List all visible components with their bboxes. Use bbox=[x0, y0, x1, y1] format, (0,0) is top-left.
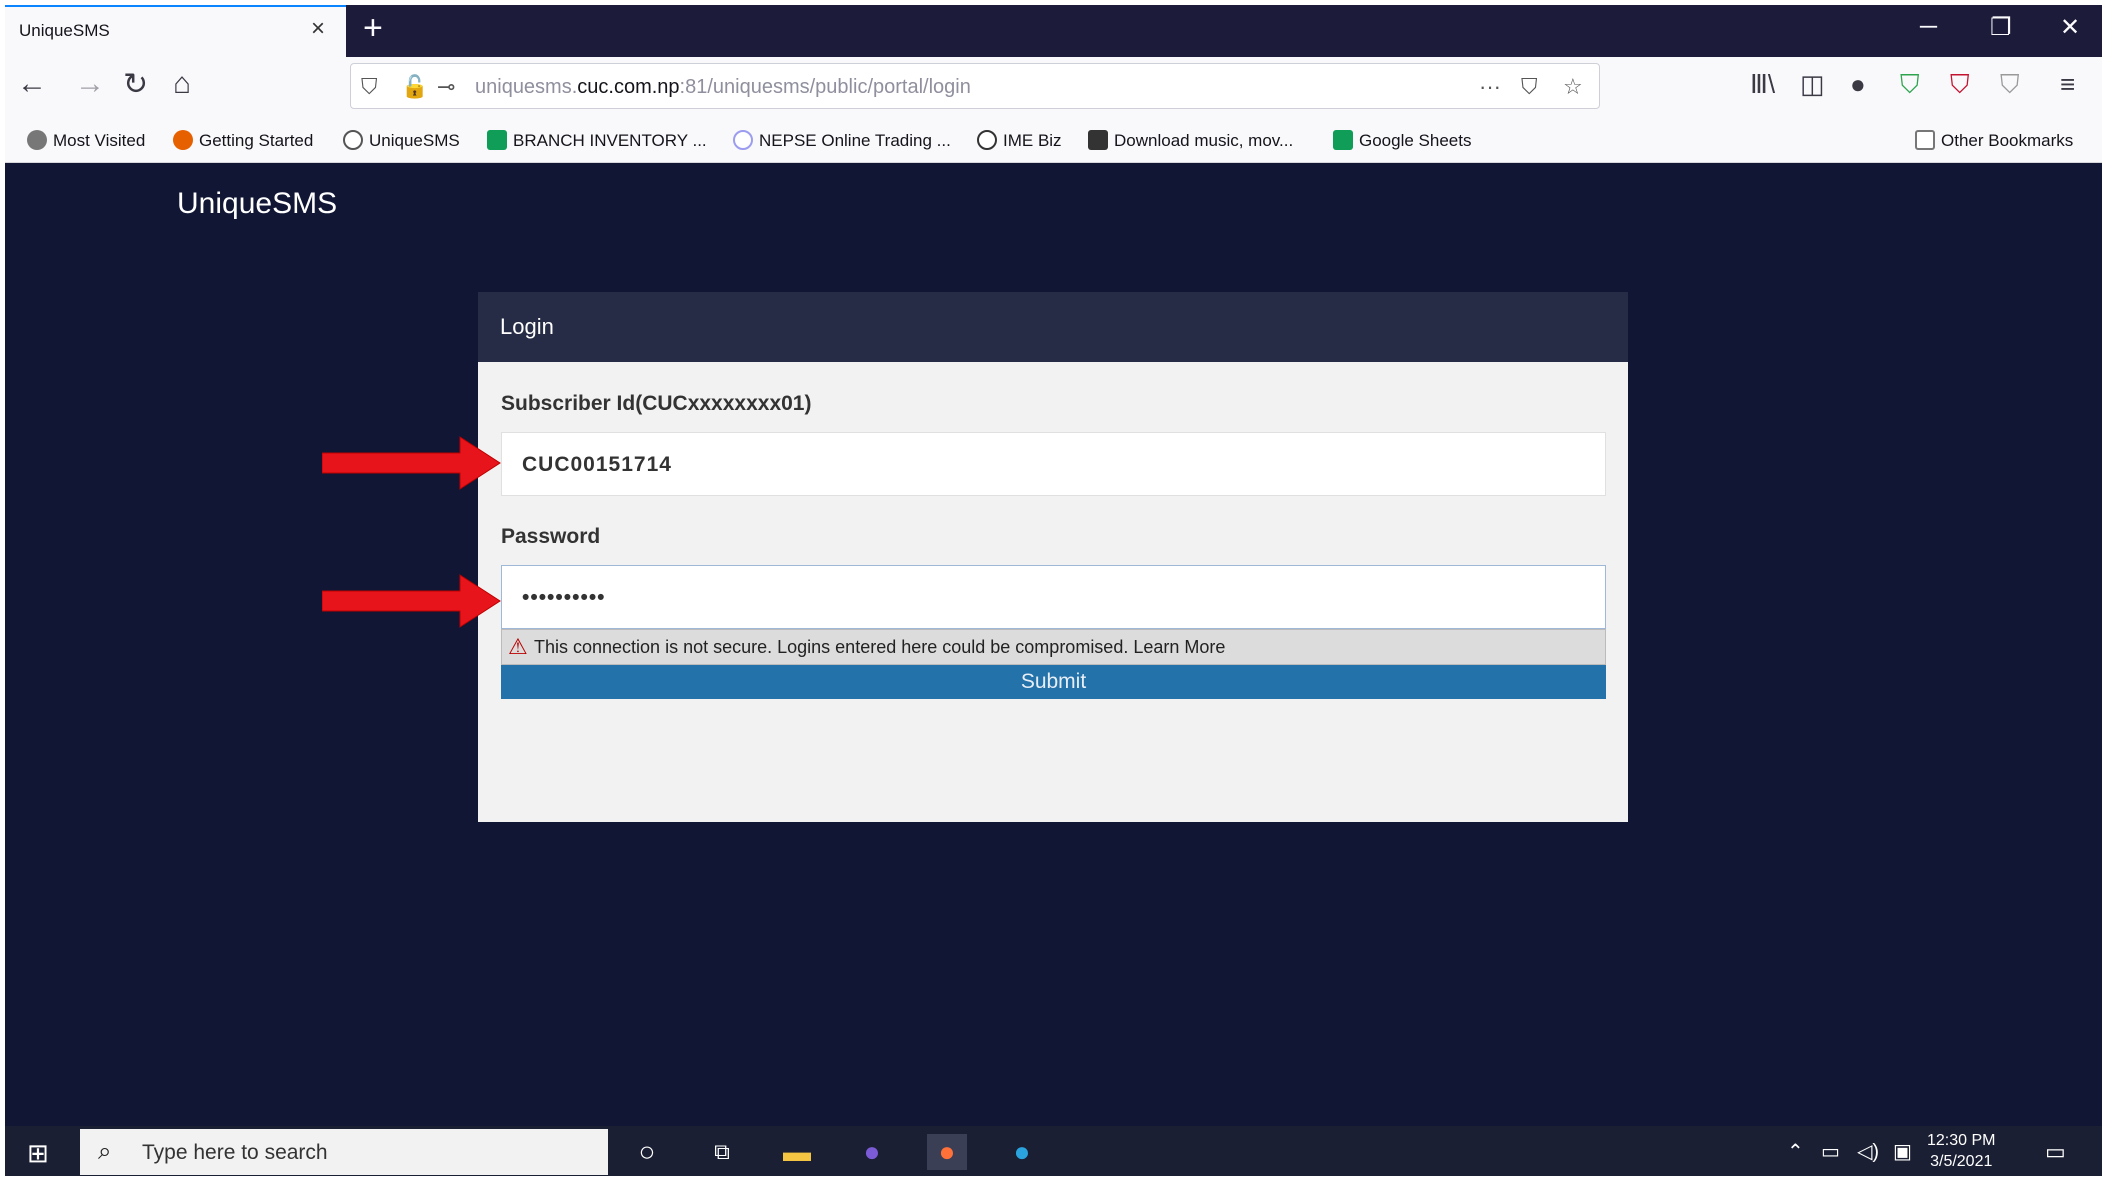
firefox-taskbar-icon[interactable]: ● bbox=[927, 1134, 967, 1170]
subscriber-id-input[interactable]: CUC00151714 bbox=[501, 432, 1606, 496]
insecure-login-warning[interactable]: ⚠ This connection is not secure. Logins … bbox=[501, 629, 1606, 665]
red-shield-extension-icon[interactable]: ⛉ bbox=[1950, 69, 1970, 101]
bookmarks-bar: Most Visited Getting Started UniqueSMS B… bbox=[5, 119, 2102, 163]
bookmark-label: Google Sheets bbox=[1359, 131, 1472, 150]
clock-time: 12:30 PM bbox=[1927, 1132, 1996, 1149]
system-clock[interactable]: 12:30 PM 3/5/2021 bbox=[1927, 1130, 1995, 1172]
menu-icon[interactable]: ≡ bbox=[2060, 69, 2075, 100]
warning-text: This connection is not secure. Logins en… bbox=[534, 637, 1226, 657]
windows-start-icon[interactable]: ⊞ bbox=[27, 1138, 49, 1169]
taskbar-search-box[interactable]: ⌕ Type here to search bbox=[80, 1129, 608, 1175]
url-prefix: uniquesms. bbox=[475, 76, 578, 98]
insecure-lock-icon[interactable]: 🔓 bbox=[401, 74, 428, 100]
show-hidden-icons-icon[interactable]: ⌃ bbox=[1787, 1139, 1804, 1164]
tracking-shield-icon[interactable]: ⛉ bbox=[361, 74, 378, 100]
page-actions-icon[interactable]: ··· bbox=[1479, 74, 1501, 100]
url-path: :81/uniquesms/public/portal/login bbox=[679, 76, 971, 98]
bookmark-label: IME Biz bbox=[1003, 131, 1062, 150]
page-content: UniqueSMS Login Subscriber Id(CUCxxxxxxx… bbox=[5, 163, 2102, 1126]
close-window-icon[interactable]: ✕ bbox=[2060, 13, 2080, 42]
password-input[interactable]: •••••••••• bbox=[501, 565, 1606, 629]
bookmark-nepse[interactable]: NEPSE Online Trading ... bbox=[733, 130, 951, 151]
notifications-icon[interactable]: ▭ bbox=[2045, 1139, 2066, 1165]
red-arrow-icon bbox=[322, 436, 501, 490]
home-icon[interactable]: ⌂ bbox=[173, 67, 191, 101]
library-icon[interactable]: Ⅲ\ bbox=[1750, 69, 1775, 100]
volume-icon[interactable]: ◁) bbox=[1857, 1139, 1879, 1164]
telegram-icon[interactable]: ● bbox=[1002, 1134, 1042, 1170]
login-card: Login Subscriber Id(CUCxxxxxxxx01) CUC00… bbox=[478, 292, 1628, 822]
bookmark-google-sheets[interactable]: Google Sheets bbox=[1333, 130, 1471, 151]
bookmark-download-music[interactable]: Download music, mov... bbox=[1088, 130, 1293, 151]
sidebar-icon[interactable]: ◫ bbox=[1800, 69, 1825, 100]
account-icon[interactable]: ● bbox=[1850, 69, 1866, 100]
bookmark-label: NEPSE Online Trading ... bbox=[759, 131, 951, 150]
login-title: Login bbox=[500, 314, 554, 339]
reload-icon[interactable]: ↻ bbox=[123, 67, 148, 102]
network-icon[interactable]: ▣ bbox=[1893, 1139, 1912, 1164]
folder-icon bbox=[1915, 130, 1935, 150]
nav-toolbar: ← → ↻ ⌂ ⛉ 🔓 ⊸ uniquesms.cuc.com.np:81/un… bbox=[5, 57, 2102, 119]
url-bar[interactable]: ⛉ 🔓 ⊸ uniquesms.cuc.com.np:81/uniquesms/… bbox=[350, 63, 1600, 109]
subscriber-id-label: Subscriber Id(CUCxxxxxxxx01) bbox=[501, 392, 812, 415]
bookmark-label: Other Bookmarks bbox=[1941, 131, 2074, 150]
globe-icon bbox=[343, 130, 363, 150]
bookmark-star-icon[interactable]: ☆ bbox=[1563, 74, 1583, 100]
clock-date: 3/5/2021 bbox=[1930, 1153, 1993, 1170]
bookmark-branch-inventory[interactable]: BRANCH INVENTORY ... bbox=[487, 130, 707, 151]
back-icon[interactable]: ← bbox=[17, 67, 47, 101]
bookmark-getting-started[interactable]: Getting Started bbox=[173, 130, 313, 151]
bookmark-other-bookmarks[interactable]: Other Bookmarks bbox=[1915, 130, 2073, 151]
green-shield-extension-icon[interactable]: ⛉ bbox=[1900, 69, 1920, 101]
taskbar: ⊞ ⌕ Type here to search ○ ⧉ ▬ ● ● ● ⌃ ▭ … bbox=[5, 1126, 2102, 1176]
permissions-icon[interactable]: ⊸ bbox=[437, 74, 455, 100]
bookmark-label: Most Visited bbox=[53, 131, 146, 150]
forward-icon[interactable]: → bbox=[75, 67, 105, 101]
sheets-icon bbox=[1333, 130, 1353, 150]
password-label: Password bbox=[501, 525, 601, 548]
file-explorer-icon[interactable]: ▬ bbox=[777, 1134, 817, 1170]
brand-title[interactable]: UniqueSMS bbox=[177, 187, 337, 221]
screen: UniqueSMS × + ─ ❐ ✕ ← → ↻ ⌂ ⛉ 🔓 ⊸ unique… bbox=[5, 5, 2102, 1176]
search-icon: ⌕ bbox=[98, 1138, 112, 1165]
globe-icon bbox=[977, 130, 997, 150]
bookmark-label: Download music, mov... bbox=[1114, 131, 1294, 150]
gear-icon bbox=[27, 130, 47, 150]
login-card-header: Login bbox=[478, 292, 1628, 362]
bookmark-most-visited[interactable]: Most Visited bbox=[27, 130, 145, 151]
bookmark-label: UniqueSMS bbox=[369, 131, 460, 150]
browser-tab[interactable]: UniqueSMS × bbox=[5, 5, 346, 57]
bookmark-label: BRANCH INVENTORY ... bbox=[513, 131, 707, 150]
maximize-icon[interactable]: ❐ bbox=[1990, 13, 2012, 42]
task-view-icon[interactable]: ⧉ bbox=[702, 1134, 742, 1170]
firefox-icon bbox=[173, 130, 193, 150]
submit-button[interactable]: Submit bbox=[501, 665, 1606, 699]
url-text: uniquesms.cuc.com.np:81/uniquesms/public… bbox=[475, 76, 971, 99]
bookmark-label: Getting Started bbox=[199, 131, 314, 150]
url-domain: cuc.com.np bbox=[577, 76, 680, 98]
search-placeholder: Type here to search bbox=[142, 1141, 328, 1164]
tab-title: UniqueSMS bbox=[19, 21, 110, 40]
new-tab-icon[interactable]: + bbox=[363, 9, 383, 48]
viber-icon[interactable]: ● bbox=[852, 1134, 892, 1170]
bookmark-ime-biz[interactable]: IME Biz bbox=[977, 130, 1062, 151]
grey-extension-icon[interactable]: ⛉ bbox=[2000, 69, 2020, 101]
cortana-icon[interactable]: ○ bbox=[627, 1134, 667, 1170]
globe-icon bbox=[733, 130, 753, 150]
minimize-icon[interactable]: ─ bbox=[1920, 13, 1937, 41]
close-tab-icon[interactable]: × bbox=[311, 15, 325, 43]
pocket-icon[interactable]: ⛉ bbox=[1521, 74, 1538, 100]
keyboard-icon[interactable]: ▭ bbox=[1821, 1139, 1840, 1164]
download-icon bbox=[1088, 130, 1108, 150]
subscriber-id-value: CUC00151714 bbox=[522, 453, 672, 476]
sheets-icon bbox=[487, 130, 507, 150]
tab-strip: UniqueSMS × + ─ ❐ ✕ bbox=[5, 5, 2102, 57]
red-arrow-icon bbox=[322, 574, 501, 628]
insecure-lock-icon: ⚠ bbox=[508, 634, 528, 659]
password-value: •••••••••• bbox=[522, 586, 606, 609]
bookmark-uniquesms[interactable]: UniqueSMS bbox=[343, 130, 460, 151]
